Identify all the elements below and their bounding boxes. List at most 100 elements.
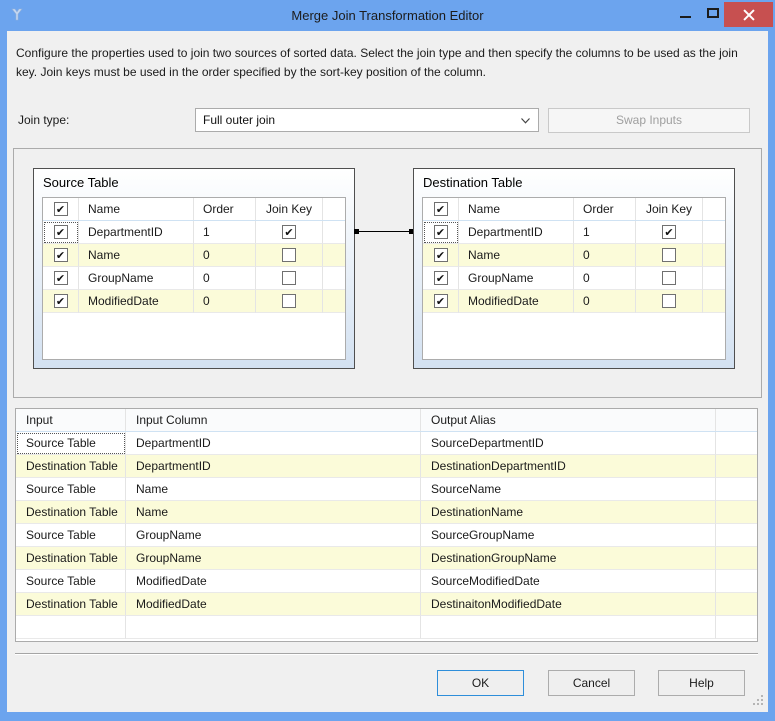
header-join-key: Join Key (636, 198, 703, 220)
input-cell[interactable]: Destination Table (16, 593, 126, 616)
input-cell[interactable] (16, 616, 126, 639)
mapping-row-empty[interactable] (16, 616, 757, 639)
input-cell[interactable]: Source Table (16, 432, 126, 455)
input-cell[interactable]: Destination Table (16, 547, 126, 570)
help-button[interactable]: Help (658, 670, 745, 696)
swap-inputs-button[interactable]: Swap Inputs (548, 108, 750, 133)
output-alias-cell[interactable]: DestinationGroupName (421, 547, 716, 570)
cancel-button[interactable]: Cancel (548, 670, 635, 696)
order-cell[interactable]: 0 (194, 244, 256, 267)
join-type-select[interactable]: Full outer join (195, 108, 539, 132)
join-key-checkbox[interactable] (282, 271, 296, 285)
table-row[interactable]: ✔ Name 0 (43, 244, 345, 267)
header-name: Name (79, 198, 194, 220)
column-name-cell[interactable]: ModifiedDate (79, 290, 194, 313)
order-cell[interactable]: 0 (574, 290, 636, 313)
output-alias-cell[interactable]: DestinationName (421, 501, 716, 524)
output-mappings-grid: Input Input Column Output Alias Source T… (15, 408, 758, 642)
row-select-checkbox[interactable]: ✔ (434, 271, 448, 285)
input-column-cell[interactable]: GroupName (126, 547, 421, 570)
destination-table-grid: ✔ Name Order Join Key ✔ DepartmentID 1 ✔ (422, 197, 726, 360)
column-name-cell[interactable]: Name (79, 244, 194, 267)
order-cell[interactable]: 1 (194, 221, 256, 244)
select-all-checkbox[interactable]: ✔ (54, 202, 68, 216)
join-key-checkbox[interactable]: ✔ (662, 225, 676, 239)
column-name-cell[interactable]: GroupName (79, 267, 194, 290)
table-row[interactable]: ✔ DepartmentID 1 ✔ (423, 221, 725, 244)
row-select-checkbox[interactable]: ✔ (54, 271, 68, 285)
mapping-row[interactable]: Source Table Name SourceName (16, 478, 757, 501)
output-alias-cell[interactable]: DestinationDepartmentID (421, 455, 716, 478)
title-bar[interactable]: Merge Join Transformation Editor (0, 0, 775, 31)
resize-grip[interactable] (761, 703, 763, 705)
order-cell[interactable]: 1 (574, 221, 636, 244)
ok-button[interactable]: OK (437, 670, 524, 696)
input-column-cell[interactable]: GroupName (126, 524, 421, 547)
mapping-row[interactable]: Source Table DepartmentID SourceDepartme… (16, 432, 757, 455)
join-key-checkbox[interactable]: ✔ (282, 225, 296, 239)
input-column-cell[interactable] (126, 616, 421, 639)
input-cell[interactable]: Source Table (16, 478, 126, 501)
output-alias-cell[interactable]: DestinaitonModifiedDate (421, 593, 716, 616)
output-alias-cell[interactable]: SourceModifiedDate (421, 570, 716, 593)
table-row[interactable]: ✔ Name 0 (423, 244, 725, 267)
close-button[interactable] (724, 2, 773, 27)
input-column-cell[interactable]: ModifiedDate (126, 570, 421, 593)
order-cell[interactable]: 0 (194, 290, 256, 313)
mapping-row[interactable]: Source Table ModifiedDate SourceModified… (16, 570, 757, 593)
input-cell[interactable]: Source Table (16, 570, 126, 593)
table-row[interactable]: ✔ GroupName 0 (423, 267, 725, 290)
header-input-column: Input Column (126, 409, 421, 431)
join-key-connector-line (355, 231, 413, 232)
source-grid-header: ✔ Name Order Join Key (43, 198, 345, 221)
mapping-row[interactable]: Destination Table GroupName DestinationG… (16, 547, 757, 570)
table-row[interactable]: ✔ ModifiedDate 0 (43, 290, 345, 313)
join-key-checkbox[interactable] (662, 248, 676, 262)
table-row[interactable]: ✔ DepartmentID 1 ✔ (43, 221, 345, 244)
mapping-row[interactable]: Source Table GroupName SourceGroupName (16, 524, 757, 547)
window-title: Merge Join Transformation Editor (0, 0, 775, 31)
column-name-cell[interactable]: ModifiedDate (459, 290, 574, 313)
input-column-cell[interactable]: Name (126, 501, 421, 524)
order-cell[interactable]: 0 (574, 244, 636, 267)
input-cell[interactable]: Destination Table (16, 455, 126, 478)
input-column-cell[interactable]: DepartmentID (126, 455, 421, 478)
row-select-checkbox[interactable]: ✔ (54, 225, 68, 239)
row-select-checkbox[interactable]: ✔ (434, 294, 448, 308)
join-tables-panel: Source Table ✔ Name Order Join Key ✔ Dep… (13, 148, 762, 398)
table-row[interactable]: ✔ GroupName 0 (43, 267, 345, 290)
input-column-cell[interactable]: DepartmentID (126, 432, 421, 455)
join-key-checkbox[interactable] (662, 294, 676, 308)
destination-table-widget: Destination Table ✔ Name Order Join Key … (413, 168, 735, 369)
row-select-checkbox[interactable]: ✔ (54, 248, 68, 262)
order-cell[interactable]: 0 (574, 267, 636, 290)
column-name-cell[interactable]: DepartmentID (459, 221, 574, 244)
mapping-row[interactable]: Destination Table Name DestinationName (16, 501, 757, 524)
input-column-cell[interactable]: Name (126, 478, 421, 501)
column-name-cell[interactable]: DepartmentID (79, 221, 194, 244)
table-row[interactable]: ✔ ModifiedDate 0 (423, 290, 725, 313)
column-name-cell[interactable]: Name (459, 244, 574, 267)
output-alias-cell[interactable]: SourceDepartmentID (421, 432, 716, 455)
select-all-checkbox[interactable]: ✔ (434, 202, 448, 216)
header-join-key: Join Key (256, 198, 323, 220)
input-column-cell[interactable]: ModifiedDate (126, 593, 421, 616)
order-cell[interactable]: 0 (194, 267, 256, 290)
mapping-row[interactable]: Destination Table DepartmentID Destinati… (16, 455, 757, 478)
join-key-checkbox[interactable] (282, 294, 296, 308)
maximize-button[interactable] (700, 0, 726, 26)
input-cell[interactable]: Source Table (16, 524, 126, 547)
output-alias-cell[interactable]: SourceGroupName (421, 524, 716, 547)
mapping-row[interactable]: Destination Table ModifiedDate Destinait… (16, 593, 757, 616)
join-key-checkbox[interactable] (282, 248, 296, 262)
output-alias-cell[interactable]: SourceName (421, 478, 716, 501)
join-key-checkbox[interactable] (662, 271, 676, 285)
row-select-checkbox[interactable]: ✔ (434, 248, 448, 262)
column-name-cell[interactable]: GroupName (459, 267, 574, 290)
output-alias-cell[interactable] (421, 616, 716, 639)
row-select-checkbox[interactable]: ✔ (54, 294, 68, 308)
header-output-alias: Output Alias (421, 409, 716, 431)
row-select-checkbox[interactable]: ✔ (434, 225, 448, 239)
minimize-button[interactable] (672, 0, 698, 26)
input-cell[interactable]: Destination Table (16, 501, 126, 524)
